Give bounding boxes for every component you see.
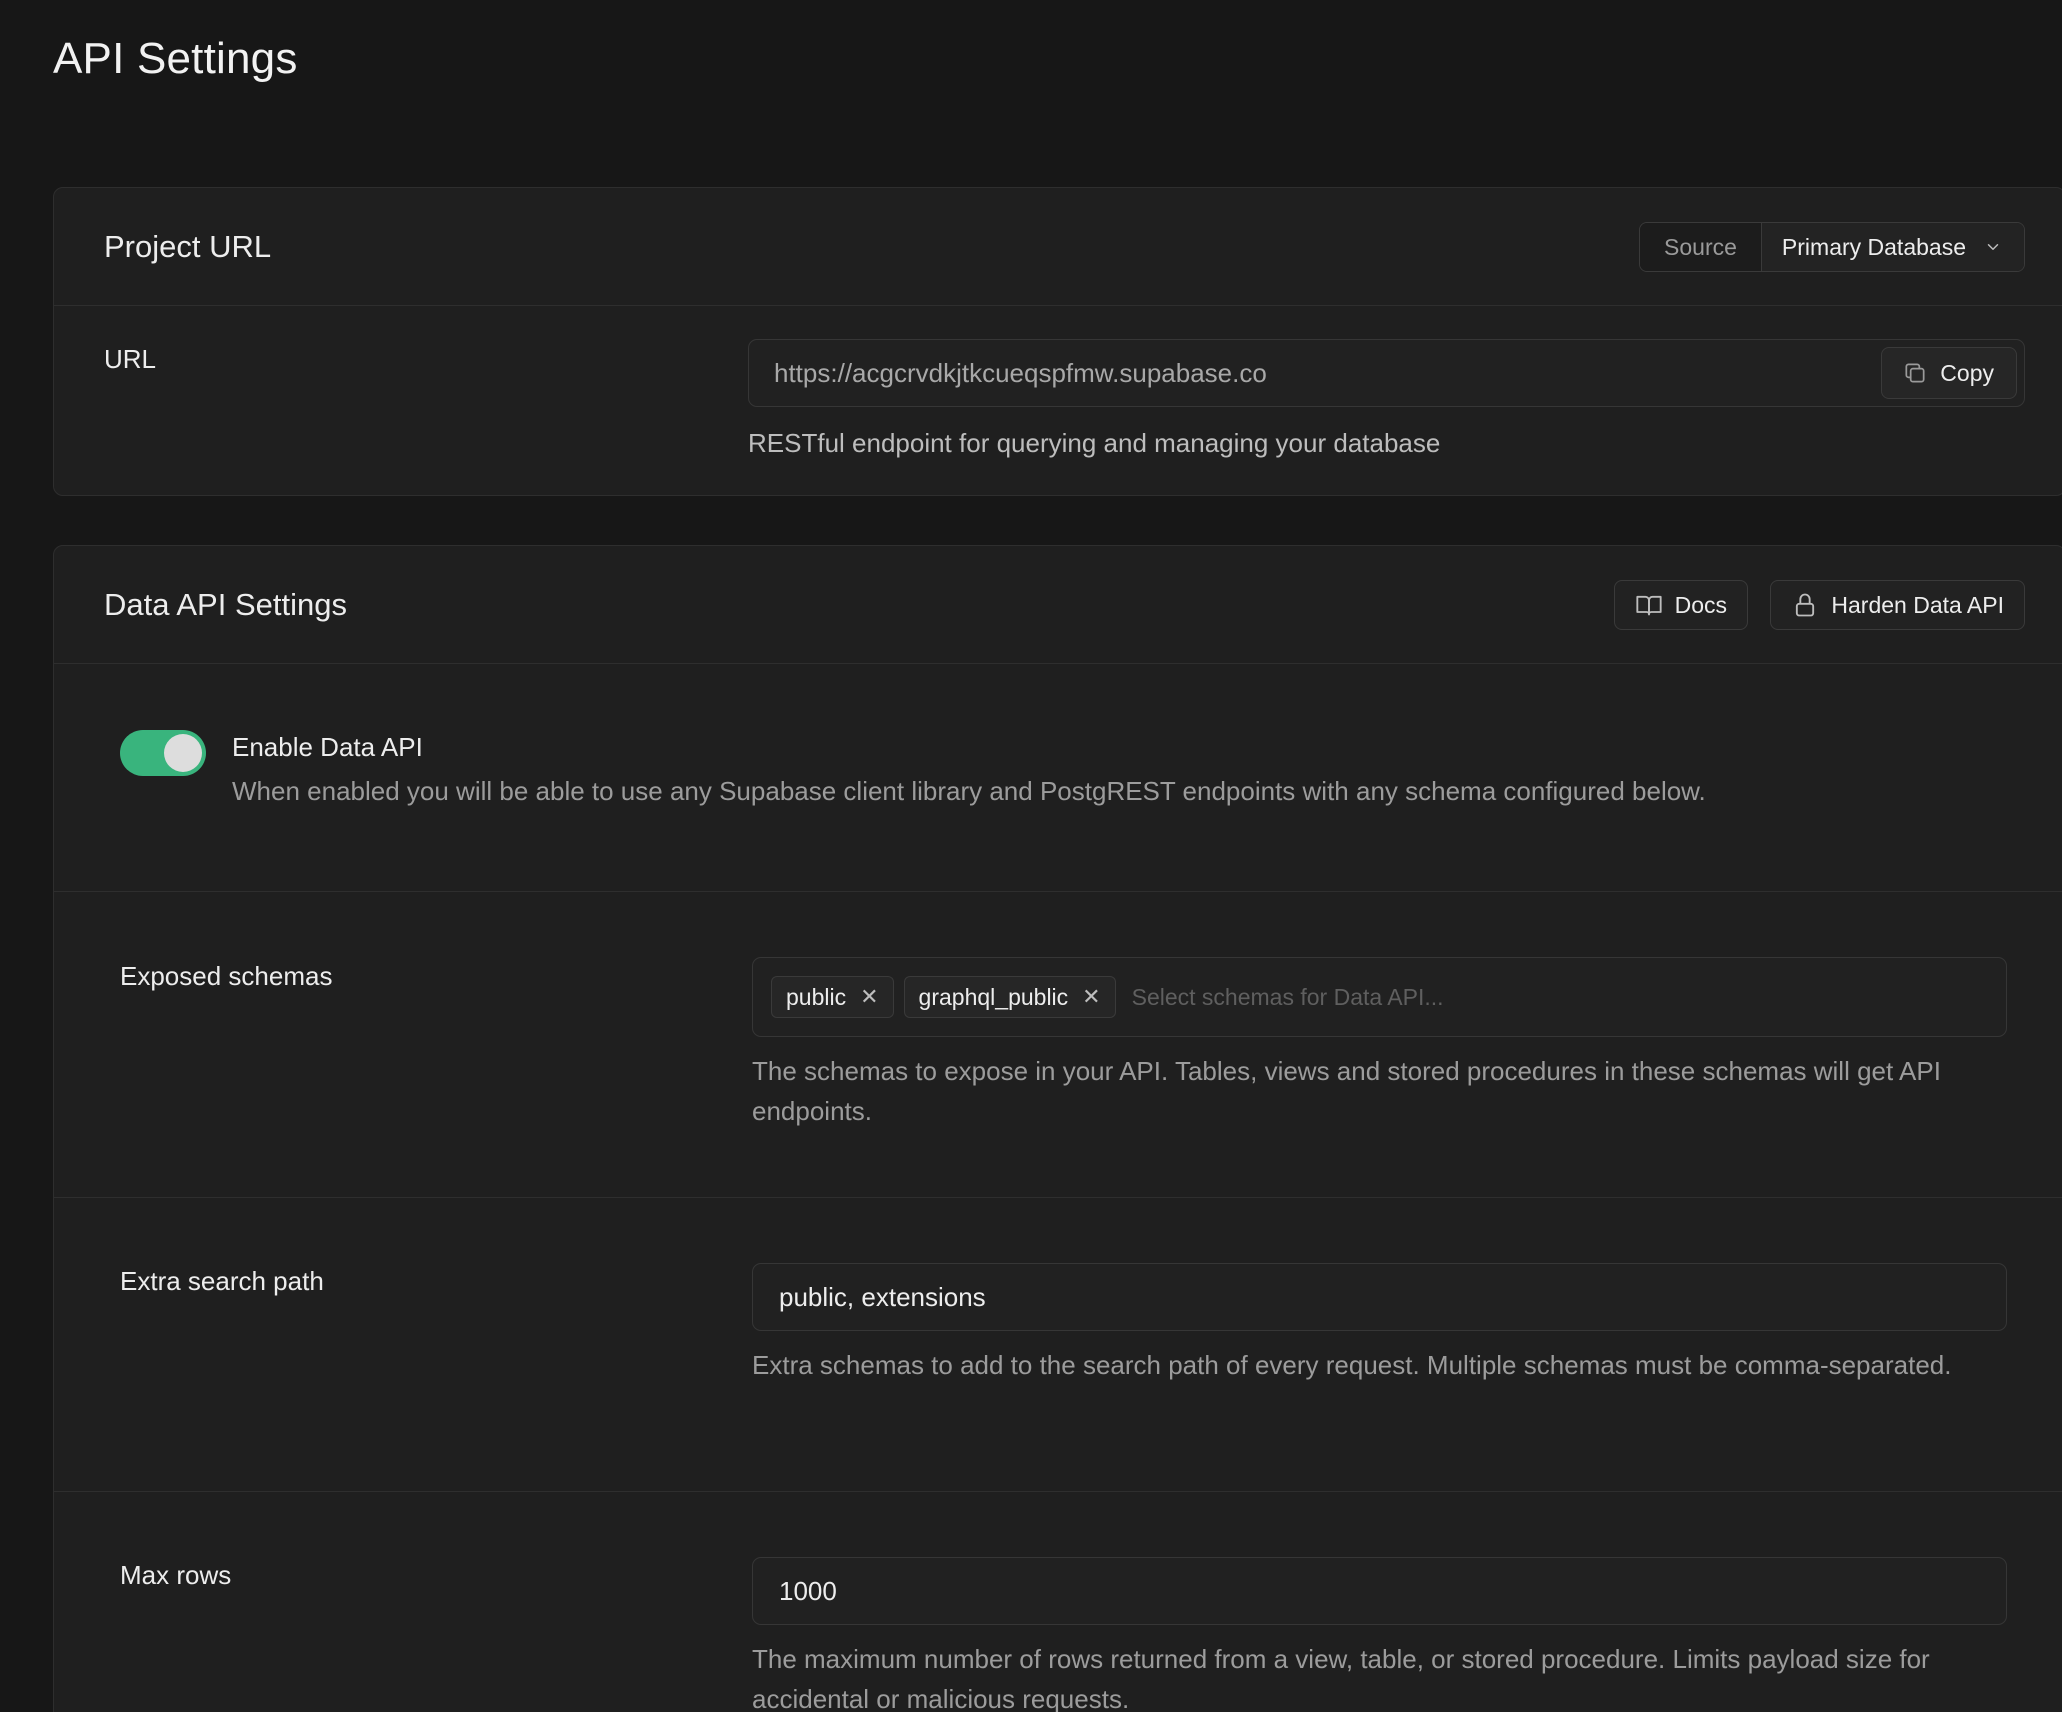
harden-label: Harden Data API [1831,591,2004,618]
enable-data-api-description: When enabled you will be able to use any… [232,776,1706,806]
exposed-schemas-placeholder[interactable]: Select schemas for Data API... [1132,984,1444,1011]
exposed-schemas-multiselect[interactable]: public ✕ graphql_public ✕ Select schemas… [752,957,2007,1037]
exposed-schemas-label: Exposed schemas [120,961,333,991]
source-value: Primary Database [1781,233,1966,260]
lock-icon [1791,591,1819,619]
schema-chip-public: public ✕ [771,976,894,1018]
source-selector[interactable]: Source Primary Database [1639,222,2025,272]
max-rows-description: The maximum number of rows returned from… [752,1644,1930,1712]
extra-search-path-input[interactable]: public, extensions [752,1263,2007,1331]
url-description: RESTful endpoint for querying and managi… [748,428,1441,458]
data-api-title: Data API Settings [104,587,347,622]
enable-data-api-label: Enable Data API [232,732,423,762]
toggle-knob [164,734,202,772]
project-url-header: Project URL Source Primary Database [54,188,2062,306]
divider [54,1197,2062,1198]
extra-search-path-value: public, extensions [779,1281,986,1312]
schema-chip-label: public [786,983,847,1010]
close-icon[interactable]: ✕ [1082,984,1100,1010]
copy-icon [1902,360,1928,386]
book-icon [1635,591,1663,619]
source-label: Source [1640,223,1762,271]
url-value: https://acgcrvdkjtkcueqspfmw.supabase.co [774,357,1267,388]
close-icon[interactable]: ✕ [860,984,878,1010]
schema-chip-label: graphql_public [918,983,1069,1010]
divider [54,1491,2062,1492]
exposed-schemas-description: The schemas to expose in your API. Table… [752,1056,1941,1126]
copy-button[interactable]: Copy [1881,347,2017,399]
page-title: API Settings [53,34,298,83]
copy-label: Copy [1940,359,1994,386]
docs-button[interactable]: Docs [1613,580,1748,630]
schema-chip-graphql-public: graphql_public ✕ [903,976,1116,1018]
data-api-header: Data API Settings Docs Harden Data API [54,546,2062,664]
max-rows-label: Max rows [120,1560,232,1590]
chevron-down-icon [1984,238,2002,256]
api-settings-page: API Settings Project URL Source Primary … [0,0,2062,1712]
extra-search-path-description: Extra schemas to add to the search path … [752,1350,1952,1380]
url-label: URL [104,344,157,374]
max-rows-value: 1000 [779,1575,837,1606]
source-dropdown[interactable]: Primary Database [1761,223,2024,271]
max-rows-input[interactable]: 1000 [752,1557,2007,1625]
url-field[interactable]: https://acgcrvdkjtkcueqspfmw.supabase.co… [748,339,2025,407]
project-url-title: Project URL [104,229,272,264]
docs-label: Docs [1674,591,1727,618]
enable-data-api-toggle[interactable] [120,730,206,776]
extra-search-path-label: Extra search path [120,1266,324,1296]
divider [54,891,2062,892]
project-url-card: Project URL Source Primary Database URL … [53,187,2062,496]
data-api-card: Data API Settings Docs Harden Data API E… [53,545,2062,1712]
harden-data-api-button[interactable]: Harden Data API [1770,580,2025,630]
